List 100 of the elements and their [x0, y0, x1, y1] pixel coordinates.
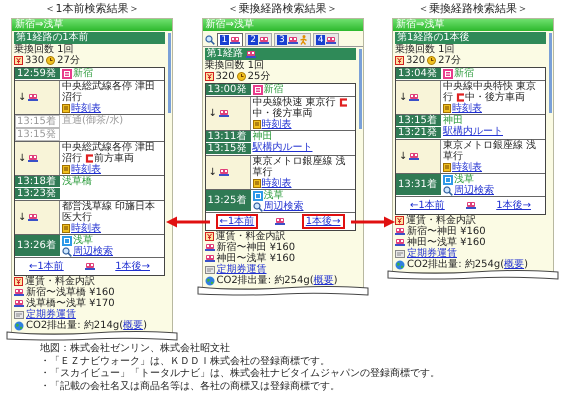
duration-text: 27分: [438, 55, 461, 66]
line-info: 中央総武線各停 津田沼行: [62, 81, 156, 103]
train-icon: [230, 36, 240, 44]
line-info: 東京メトロ銀座線 浅草行: [443, 140, 538, 162]
route-tab[interactable]: 3: [274, 33, 311, 46]
footnote: ・「記載の会社名又は商品名等は、各社の商標又は登録商標です。: [40, 380, 341, 393]
commuter-pass-link[interactable]: 定期券運賃: [216, 264, 266, 275]
pass-card-icon: [14, 310, 24, 318]
timetable-icon: [62, 224, 70, 233]
station-link[interactable]: 駅構内ルート: [252, 142, 312, 153]
time-cell: 13:15発: [206, 143, 250, 155]
time-cell: 13:11着: [206, 131, 250, 143]
time-cell: 13:25着: [206, 190, 250, 212]
down-arrow: ↓: [208, 167, 217, 178]
fare-breakdown-label: 運賃・料金内訳: [406, 215, 476, 226]
train-icon: [218, 109, 229, 118]
line-info: 中央線中央特快 東京行 中・後方車両: [443, 81, 538, 103]
co2-text: CO2排出量: 約214g(概要): [26, 320, 148, 331]
screen-caption: ＜乗換経路検索結果＞: [418, 2, 528, 16]
station-name: 新宿: [73, 68, 93, 79]
overview-link[interactable]: 概要: [314, 275, 334, 286]
timetable-link[interactable]: 時刻表: [71, 164, 101, 175]
time-cell: 13:15発: [15, 128, 60, 141]
train-icon: [258, 36, 269, 44]
later-train-link[interactable]: 1本後→: [492, 198, 535, 213]
route-title-bar: 新宿⇒浅草: [12, 19, 172, 31]
timetable-icon: [443, 104, 451, 113]
train-icon: [409, 93, 420, 102]
later-train-link[interactable]: 1本後→: [111, 259, 154, 274]
fare-text: 330: [25, 55, 44, 66]
route-number: 2: [248, 35, 258, 45]
down-arrow: ↓: [18, 212, 26, 223]
overview-link[interactable]: 概要: [504, 259, 524, 270]
fare-row: 浅草橋〜浅草 ¥170: [26, 298, 115, 309]
yen-icon: [14, 277, 23, 286]
fare-text: 320: [406, 55, 426, 66]
fare-row: 新宿〜神田 ¥160: [216, 242, 296, 253]
down-arrow: ↓: [18, 153, 26, 164]
fare-row: 神田〜浅草 ¥160: [216, 253, 296, 264]
train-icon: [326, 36, 336, 44]
earlier-train-link[interactable]: ←1本前: [25, 259, 68, 274]
globe-icon: [395, 260, 405, 270]
train-icon: [395, 227, 405, 236]
line-info: 中央総武線各停 津田沼行 前方車両: [62, 142, 156, 164]
route-number: 1: [220, 35, 230, 45]
route-label: 第1経路の1本後: [397, 32, 470, 44]
co2-text: CO2排出量: 約254g(概要): [216, 275, 338, 286]
route-tab[interactable]: 4: [312, 33, 340, 46]
pointer-arrow: [166, 216, 210, 228]
time-cell: 13:23発: [15, 188, 60, 200]
commuter-pass-link[interactable]: 定期券運賃: [407, 248, 457, 259]
station-name: 新宿: [264, 84, 284, 95]
time-cell: 13:18着: [15, 176, 60, 188]
timetable-link[interactable]: 時刻表: [262, 178, 292, 189]
pass-card-icon: [204, 266, 214, 274]
train-icon: [204, 254, 214, 263]
line-info: 中央線快速 東京行 中・後方車両: [252, 97, 352, 119]
station-link[interactable]: 周辺検索: [73, 246, 113, 257]
commuter-pass-link[interactable]: 定期券運賃: [26, 309, 76, 320]
later-train-link[interactable]: 1本後→: [302, 214, 344, 229]
timetable-link[interactable]: 時刻表: [452, 103, 482, 114]
yen-icon: [14, 56, 23, 65]
walker-icon: [298, 35, 308, 45]
time-cell: 12:59発: [15, 68, 60, 80]
timetable-link[interactable]: 時刻表: [452, 162, 482, 173]
timetable-link[interactable]: 時刻表: [71, 223, 101, 234]
train-icon: [28, 154, 38, 163]
timetable-link[interactable]: 時刻表: [262, 119, 292, 130]
pointer-arrow: [350, 216, 394, 228]
earlier-train-link[interactable]: ←1本前: [216, 214, 258, 229]
fare-breakdown-label: 運賃・料金内訳: [25, 276, 95, 287]
route-tab[interactable]: 1: [216, 33, 244, 46]
screen-caption: ＜1本前検索結果＞: [44, 2, 140, 16]
route-number: 3: [276, 35, 287, 45]
fare-row: 神田〜浅草 ¥160: [407, 237, 486, 248]
station-link[interactable]: 周辺検索: [454, 185, 494, 196]
overview-link[interactable]: 概要: [123, 320, 144, 331]
duration-text: 25分: [248, 71, 270, 82]
globe-icon: [14, 320, 24, 330]
fare-row: 新宿〜浅草橋 ¥160: [26, 287, 115, 298]
timetable-icon: [252, 120, 260, 129]
search-icon: [252, 202, 262, 212]
route-label: 第1経路: [206, 48, 243, 60]
timetable-link[interactable]: 時刻表: [71, 103, 101, 114]
timetable-icon: [443, 163, 451, 172]
down-arrow: ↓: [208, 108, 217, 119]
train-icon: [14, 299, 24, 308]
globe-icon: [204, 276, 214, 286]
station-link[interactable]: 周辺検索: [264, 201, 304, 212]
transfer-count: 乗換回数 1回: [14, 44, 75, 55]
route-tab[interactable]: 2: [245, 33, 272, 46]
timetable-icon: [62, 165, 70, 174]
line-info: 都営浅草線 印旛日本医大行: [62, 201, 156, 223]
search-icon: [204, 34, 214, 44]
time-cell: 13:21発: [396, 127, 441, 139]
station-link[interactable]: 駅構内ルート: [443, 126, 503, 137]
train-icon: [466, 201, 476, 210]
earlier-train-link[interactable]: ←1本前: [406, 198, 449, 213]
search-icon: [62, 246, 72, 256]
fare-text: 320: [216, 71, 235, 82]
